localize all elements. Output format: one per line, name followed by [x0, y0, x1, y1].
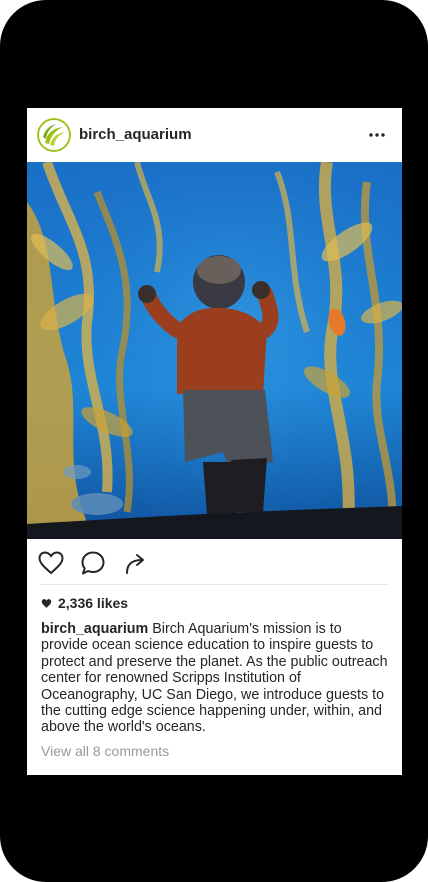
- phone-frame: birch_aquarium 2,336 likes birch_aquariu…: [0, 0, 428, 882]
- caption-username[interactable]: birch_aquarium: [41, 621, 148, 637]
- post-actions: [27, 539, 402, 585]
- share-icon[interactable]: [121, 549, 149, 577]
- instagram-post: birch_aquarium 2,336 likes birch_aquariu…: [27, 108, 402, 775]
- view-comments-link[interactable]: View all 8 comments: [41, 743, 169, 759]
- divider: [41, 584, 388, 585]
- post-caption: birch_aquarium Birch Aquarium's mission …: [41, 621, 389, 736]
- birch-aquarium-logo-icon: [37, 118, 71, 152]
- likes-count[interactable]: 2,336 likes: [41, 595, 128, 611]
- heart-icon[interactable]: [37, 549, 65, 577]
- likes-text: 2,336 likes: [58, 595, 129, 611]
- heart-filled-icon: [41, 598, 52, 608]
- comment-icon[interactable]: [79, 549, 107, 577]
- post-header: birch_aquarium: [27, 108, 402, 162]
- caption-text: Birch Aquarium's mission is to provide o…: [41, 621, 388, 736]
- post-username[interactable]: birch_aquarium: [79, 126, 192, 143]
- more-options-icon[interactable]: [364, 122, 390, 148]
- post-photo[interactable]: [27, 162, 402, 539]
- avatar[interactable]: [37, 118, 71, 152]
